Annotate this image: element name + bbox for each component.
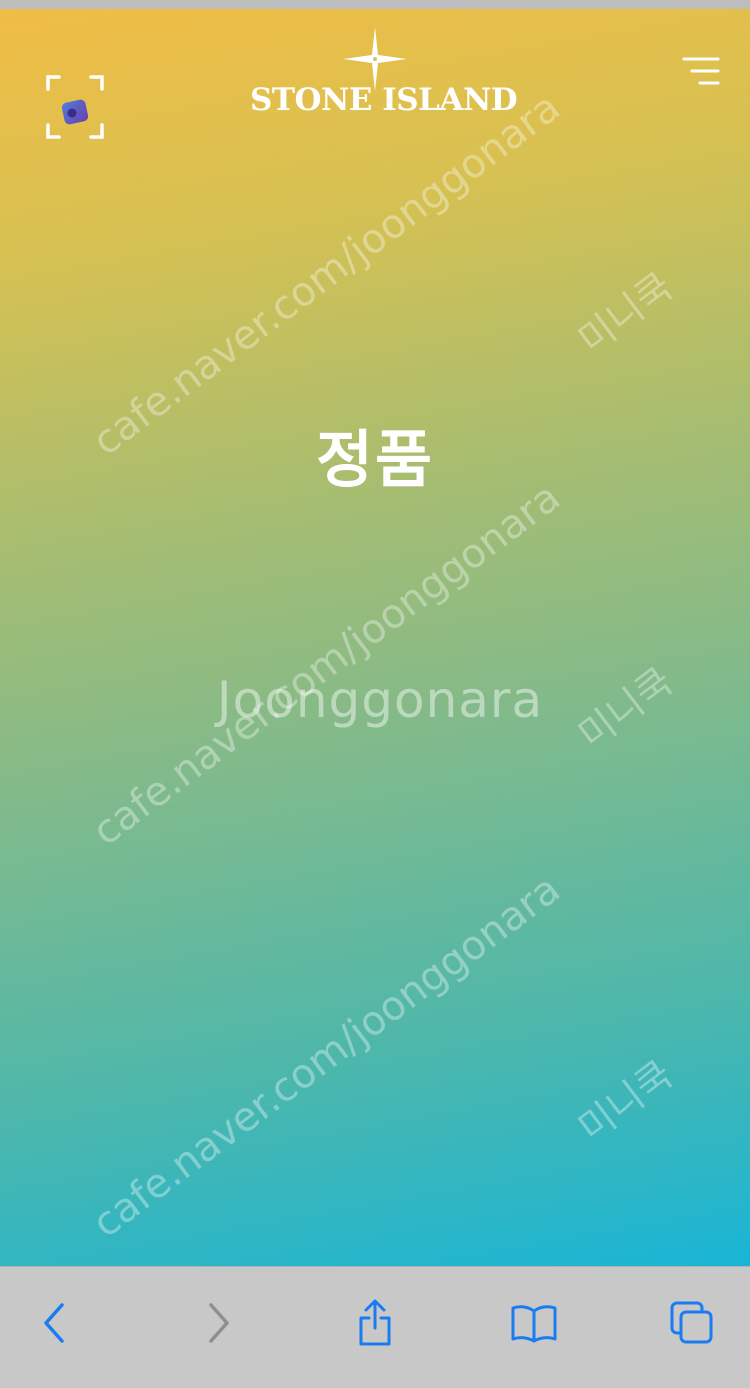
browser-toolbar: [0, 1266, 750, 1388]
back-button[interactable]: [27, 1295, 83, 1351]
menu-icon[interactable]: [676, 53, 724, 89]
page-content: cafe.naver.com/joonggonara cafe.naver.co…: [0, 9, 750, 1266]
forward-button[interactable]: [190, 1295, 246, 1351]
chevron-right-icon: [209, 1303, 229, 1343]
watermark-korean: 미니쿡: [570, 264, 681, 363]
watermark-url: cafe.naver.com/joonggonara: [84, 474, 569, 855]
book-icon: [511, 1305, 557, 1343]
watermark-logo: Joonggonara: [216, 671, 544, 729]
watermark-korean: 미니쿡: [570, 1052, 681, 1151]
scan-icon[interactable]: [45, 73, 105, 141]
chevron-left-icon: [44, 1303, 64, 1343]
watermark-url: cafe.naver.com/joonggonara: [84, 866, 569, 1247]
status-strip: [0, 0, 750, 9]
share-button[interactable]: [347, 1295, 403, 1351]
tabs-button[interactable]: [664, 1295, 720, 1351]
brand-logo: STONE ISLAND: [250, 27, 518, 118]
bookmarks-button[interactable]: [506, 1295, 562, 1351]
tabs-icon: [670, 1301, 713, 1344]
page-heading: 정품: [315, 423, 435, 496]
brand-name: STONE ISLAND: [250, 82, 518, 118]
share-icon: [359, 1299, 391, 1346]
watermark-korean: 미니쿡: [570, 659, 681, 758]
watermark-url: cafe.naver.com/joonggonara: [84, 84, 569, 465]
